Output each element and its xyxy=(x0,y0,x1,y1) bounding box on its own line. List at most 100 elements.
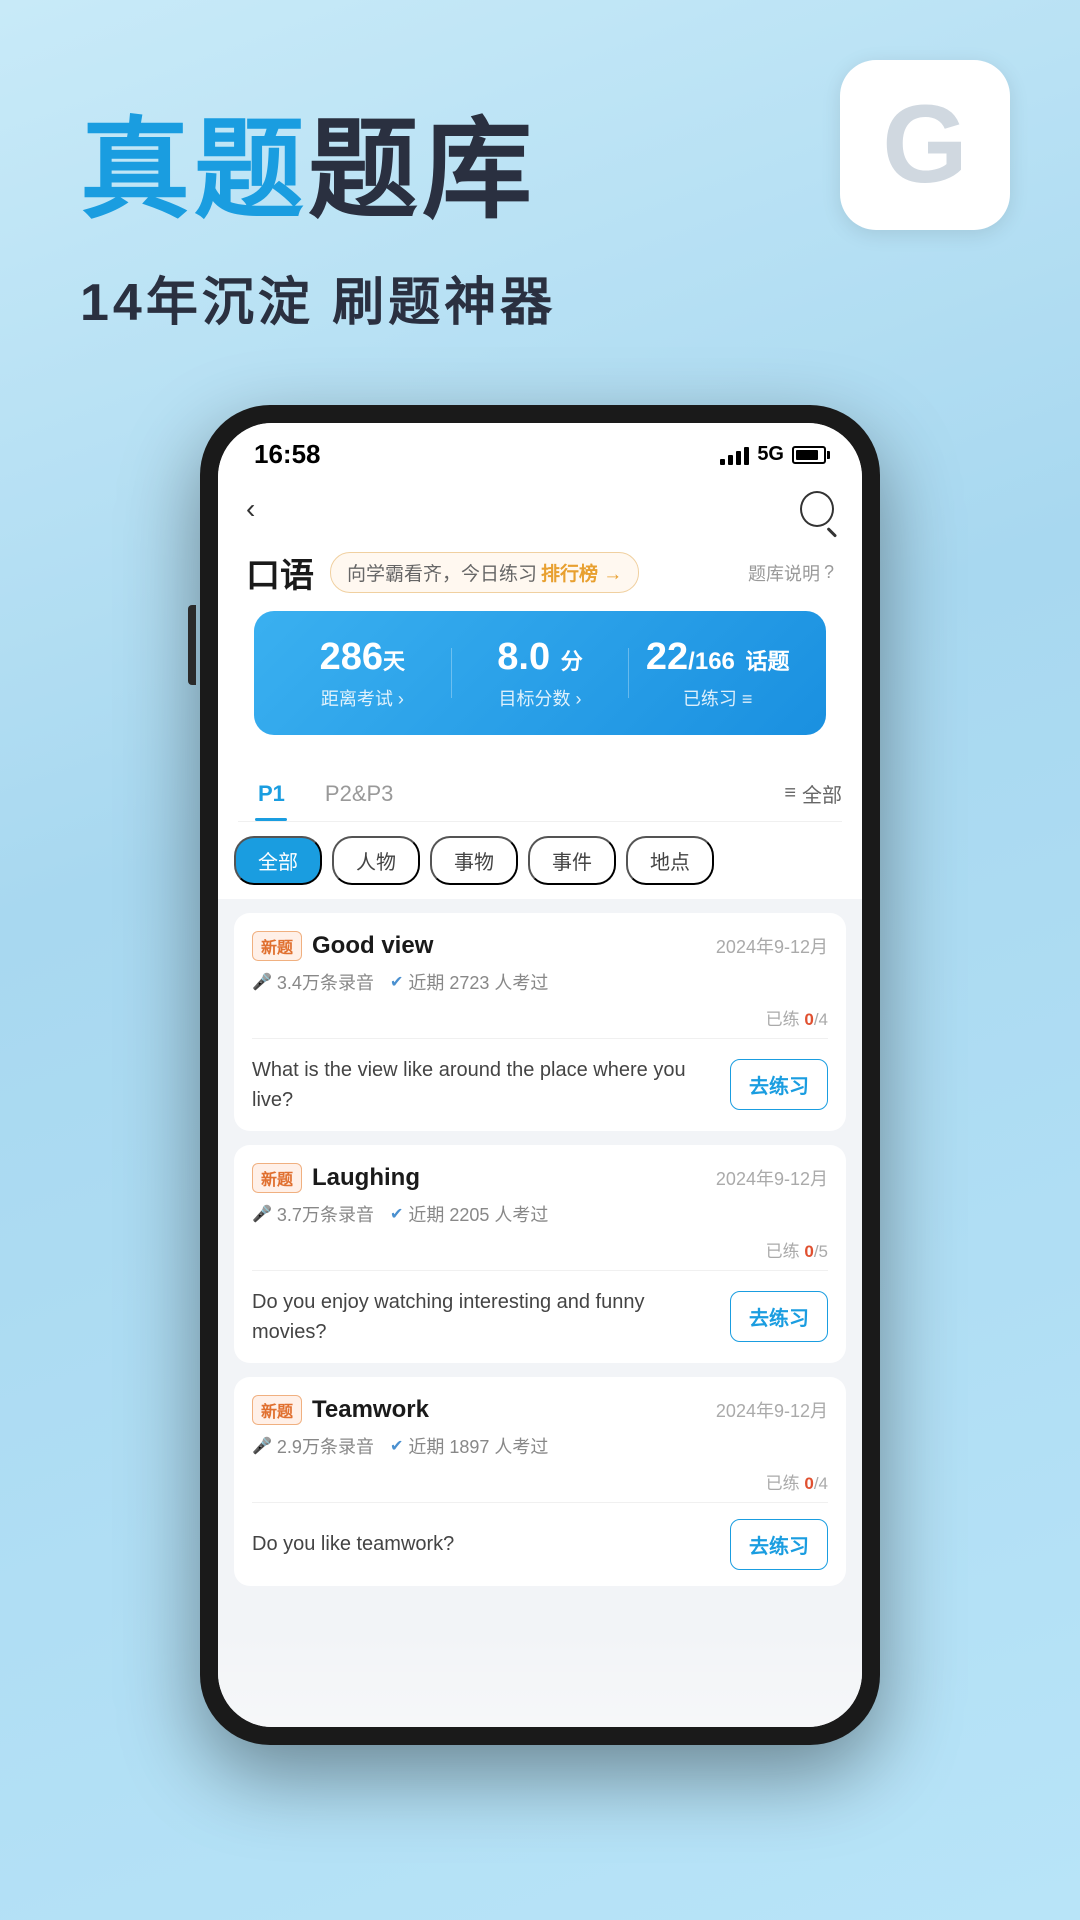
category-row: 全部 人物 事物 事件 地点 xyxy=(218,822,862,899)
nav-bar: ‹ xyxy=(218,478,862,540)
progress-teamwork: 已练 0/4 xyxy=(252,1469,828,1494)
topic-title-laughing: Laughing xyxy=(312,1164,420,1192)
topic-card-good-view: 新题 Good view 2024年9-12月 🎤 3.4万条录音 ✔ xyxy=(234,913,846,1131)
mic-icon-l: 🎤 xyxy=(252,1204,272,1224)
signal-bar-3 xyxy=(736,451,741,465)
stat-score[interactable]: 8.0 分 目标分数 › xyxy=(452,635,629,711)
topic-left-good-view: 新题 Good view xyxy=(252,931,433,961)
signal-bar-4 xyxy=(744,447,749,465)
recordings-count: 3.4万条录音 xyxy=(277,969,374,995)
back-button[interactable]: ‹ xyxy=(246,493,255,525)
stat-score-number: 8.0 分 xyxy=(452,635,629,681)
question-text-good-view: What is the view like around the place w… xyxy=(252,1055,716,1115)
status-bar: 16:58 5G xyxy=(218,423,862,478)
filter-label: 全部 xyxy=(802,779,842,808)
signal-bars-icon xyxy=(720,445,749,465)
topic-left-teamwork: 新题 Teamwork xyxy=(252,1395,429,1425)
search-icon xyxy=(800,491,834,527)
question-text-teamwork: Do you like teamwork? xyxy=(252,1529,716,1559)
recordings-count-l: 3.7万条录音 xyxy=(277,1201,374,1227)
category-all[interactable]: 全部 xyxy=(234,836,322,885)
topic-title-teamwork: Teamwork xyxy=(312,1396,429,1424)
stat-score-label: 目标分数 › xyxy=(452,685,629,711)
question-text-laughing: Do you enjoy watching interesting and fu… xyxy=(252,1287,716,1347)
stats-card: 286天 距离考试 › 8.0 分 目标分数 › xyxy=(254,611,826,735)
logo-char: G xyxy=(882,90,968,200)
topic-header-laughing: 新题 Laughing 2024年9-12月 xyxy=(252,1163,828,1193)
page-title: 口语 xyxy=(246,548,314,597)
check-icon-t: ✔ xyxy=(390,1436,403,1456)
topic-date-good-view: 2024年9-12月 xyxy=(716,933,828,959)
topic-card-laughing: 新题 Laughing 2024年9-12月 🎤 3.7万条录音 ✔ xyxy=(234,1145,846,1363)
question-preview-teamwork: Do you like teamwork? 去练习 xyxy=(252,1502,828,1586)
practice-button-good-view[interactable]: 去练习 xyxy=(730,1059,828,1110)
content-area: 新题 Good view 2024年9-12月 🎤 3.4万条录音 ✔ xyxy=(218,899,862,1727)
new-badge-good-view: 新题 xyxy=(252,931,302,961)
network-type: 5G xyxy=(757,443,784,466)
stat-topics-number: 22/166 话题 xyxy=(629,635,806,681)
help-button[interactable]: 题库说明 ? xyxy=(748,560,834,586)
header-area: 真题 题库 14年沉淀 刷题神器 G xyxy=(0,0,1080,375)
recordings-teamwork: 🎤 2.9万条录音 xyxy=(252,1433,374,1459)
topic-meta-good-view: 🎤 3.4万条录音 ✔ 近期 2723 人考过 xyxy=(252,969,828,995)
signal-bar-1 xyxy=(720,459,725,465)
recent-good-view: ✔ 近期 2723 人考过 xyxy=(390,969,548,995)
battery-icon xyxy=(792,446,826,464)
mic-icon: 🎤 xyxy=(252,972,272,992)
recordings-count-t: 2.9万条录音 xyxy=(277,1433,374,1459)
stats-wrapper: 286天 距离考试 › 8.0 分 目标分数 › xyxy=(218,611,862,767)
title-dark: 题库 xyxy=(308,80,536,240)
tab-p1[interactable]: P1 xyxy=(238,767,305,821)
stat-days-label: 距离考试 › xyxy=(274,685,451,711)
new-badge-teamwork: 新题 xyxy=(252,1395,302,1425)
tabs-container: P1 P2&P3 ≡ 全部 xyxy=(218,767,862,822)
recent-laughing: ✔ 近期 2205 人考过 xyxy=(390,1201,548,1227)
phone-mockup: 16:58 5G xyxy=(200,405,880,1745)
tab-row: P1 P2&P3 ≡ 全部 xyxy=(238,767,842,822)
phone-screen: 16:58 5G xyxy=(218,423,862,1727)
new-badge-laughing: 新题 xyxy=(252,1163,302,1193)
help-text: 题库说明 xyxy=(748,560,820,586)
subtitle: 14年沉淀 刷题神器 xyxy=(80,260,1000,335)
ranking-banner[interactable]: 向学霸看齐，今日练习 排行榜 → xyxy=(330,552,639,593)
page-header: 口语 向学霸看齐，今日练习 排行榜 → 题库说明 ? xyxy=(218,540,862,611)
phone-wrapper: 16:58 5G xyxy=(0,405,1080,1745)
status-icons: 5G xyxy=(720,443,826,466)
practice-button-teamwork[interactable]: 去练习 xyxy=(730,1519,828,1570)
banner-text: 向学霸看齐，今日练习 xyxy=(347,559,537,586)
battery-fill xyxy=(796,450,818,460)
topic-header-good-view: 新题 Good view 2024年9-12月 xyxy=(252,931,828,961)
recent-count-t: 近期 1897 人考过 xyxy=(408,1433,548,1459)
filter-button[interactable]: ≡ 全部 xyxy=(784,779,842,808)
stat-topics-label: 已练习 ≡ xyxy=(629,685,806,711)
topic-left-laughing: 新题 Laughing xyxy=(252,1163,420,1193)
practice-button-laughing[interactable]: 去练习 xyxy=(730,1291,828,1342)
recent-count-l: 近期 2205 人考过 xyxy=(408,1201,548,1227)
category-things[interactable]: 事物 xyxy=(430,836,518,885)
topic-date-teamwork: 2024年9-12月 xyxy=(716,1397,828,1423)
topic-title-good-view: Good view xyxy=(312,932,433,960)
recent-teamwork: ✔ 近期 1897 人考过 xyxy=(390,1433,548,1459)
progress-done-l: 0 xyxy=(804,1242,813,1261)
progress-done-t: 0 xyxy=(804,1474,813,1493)
app-logo: G xyxy=(840,60,1010,230)
recordings-good-view: 🎤 3.4万条录音 xyxy=(252,969,374,995)
question-preview-laughing: Do you enjoy watching interesting and fu… xyxy=(252,1270,828,1363)
progress-good-view: 已练 0/4 xyxy=(252,1005,828,1030)
stat-topics[interactable]: 22/166 话题 已练习 ≡ xyxy=(629,635,806,711)
category-events[interactable]: 事件 xyxy=(528,836,616,885)
topic-header-teamwork: 新题 Teamwork 2024年9-12月 xyxy=(252,1395,828,1425)
signal-bar-2 xyxy=(728,455,733,465)
recent-count: 近期 2723 人考过 xyxy=(408,969,548,995)
search-button[interactable] xyxy=(800,492,834,526)
title-blue: 真题 xyxy=(80,80,308,240)
stat-days-number: 286天 xyxy=(274,635,451,681)
tab-p2p3[interactable]: P2&P3 xyxy=(305,767,414,821)
category-people[interactable]: 人物 xyxy=(332,836,420,885)
ranking-link[interactable]: 排行榜 → xyxy=(541,559,622,586)
category-places[interactable]: 地点 xyxy=(626,836,714,885)
status-time: 16:58 xyxy=(254,439,321,470)
progress-laughing: 已练 0/5 xyxy=(252,1237,828,1262)
recordings-laughing: 🎤 3.7万条录音 xyxy=(252,1201,374,1227)
stat-days[interactable]: 286天 距离考试 › xyxy=(274,635,451,711)
